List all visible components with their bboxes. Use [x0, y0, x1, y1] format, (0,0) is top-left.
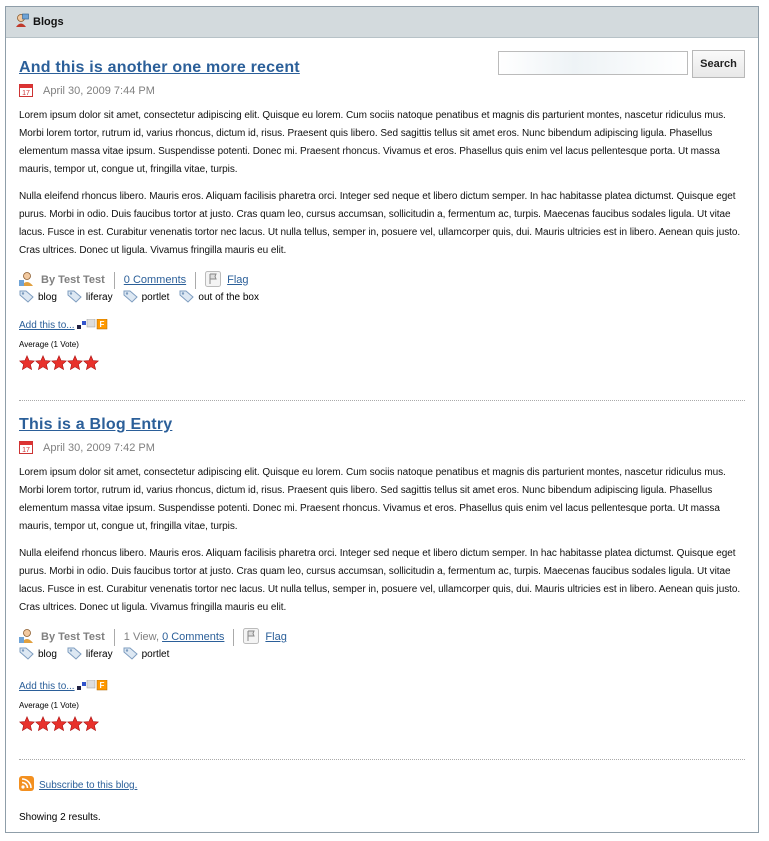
- entry-paragraph: Nulla eleifend rhoncus libero. Mauris er…: [19, 191, 741, 256]
- svg-text:F: F: [99, 320, 104, 329]
- tag-label: portlet: [141, 291, 170, 303]
- comments-link[interactable]: 0 Comments: [162, 631, 224, 643]
- star-icon[interactable]: [66, 355, 84, 371]
- portlet-titlebar: Blogs: [6, 7, 758, 38]
- author-icon: [19, 271, 35, 290]
- subscribe-row: Subscribe to this blog.: [19, 776, 137, 794]
- add-this-link[interactable]: Add this to...: [19, 681, 75, 692]
- addthis-icon[interactable]: F: [76, 680, 113, 692]
- tag-item[interactable]: out of the box: [179, 289, 259, 306]
- tag-item[interactable]: liferay: [67, 289, 113, 306]
- tag-icon: [123, 289, 138, 306]
- meta-divider: [113, 271, 115, 289]
- flag-link[interactable]: Flag: [227, 274, 248, 286]
- tag-item[interactable]: blog: [19, 646, 57, 663]
- view-count: 1 View,: [123, 631, 160, 643]
- entry-meta: By Test Test 1 View, 0 Comments Flag: [19, 627, 747, 647]
- tag-label: blog: [38, 291, 57, 303]
- flag-link[interactable]: Flag: [265, 631, 286, 643]
- star-icon[interactable]: [34, 716, 52, 732]
- meta-divider: [113, 628, 115, 646]
- tag-icon: [67, 646, 82, 663]
- star-icon[interactable]: [66, 716, 84, 732]
- entry-title[interactable]: This is a Blog Entry: [19, 415, 747, 435]
- results-count: Showing 2 results.: [19, 812, 101, 823]
- add-this-row: Add this to... F: [19, 679, 747, 693]
- calendar-icon: 17: [19, 440, 33, 457]
- svg-text:17: 17: [22, 447, 30, 454]
- svg-text:F: F: [99, 681, 104, 690]
- tag-icon: [67, 289, 82, 306]
- entry-divider: [19, 759, 745, 760]
- rating-average: Average (1 Vote): [19, 701, 79, 710]
- comments-link[interactable]: 0 Comments: [124, 274, 186, 286]
- rating-stars[interactable]: [18, 355, 747, 371]
- tag-item[interactable]: portlet: [123, 646, 170, 663]
- rss-icon[interactable]: [19, 776, 34, 794]
- tag-item[interactable]: blog: [19, 289, 57, 306]
- rating-stars[interactable]: [18, 716, 747, 732]
- entry-tags: blog liferay portlet out of the box: [19, 289, 747, 305]
- tag-label: liferay: [85, 291, 113, 303]
- entry-date-row: 17 April 30, 2009 7:44 PM: [19, 83, 747, 99]
- star-icon[interactable]: [82, 716, 100, 732]
- blog-entry: And this is another one more recent 17 A…: [18, 58, 747, 371]
- subscribe-link[interactable]: Subscribe to this blog.: [39, 780, 137, 791]
- tag-icon: [19, 289, 34, 306]
- add-this-link[interactable]: Add this to...: [19, 320, 75, 331]
- tag-icon: [123, 646, 138, 663]
- blog-user-icon: [15, 13, 29, 31]
- blogs-portlet: Blogs Search And this is another one mor…: [5, 6, 759, 833]
- entry-title[interactable]: And this is another one more recent: [19, 58, 747, 78]
- entry-paragraph: Lorem ipsum dolor sit amet, consectetur …: [19, 110, 726, 175]
- tag-label: out of the box: [198, 291, 259, 303]
- entry-date: April 30, 2009 7:44 PM: [43, 85, 155, 97]
- entry-paragraph: Nulla eleifend rhoncus libero. Mauris er…: [19, 548, 741, 613]
- tag-item[interactable]: liferay: [67, 646, 113, 663]
- flag-icon[interactable]: [205, 270, 222, 290]
- meta-divider: [195, 271, 197, 289]
- entry-date: April 30, 2009 7:42 PM: [43, 442, 155, 454]
- blog-entry: This is a Blog Entry 17 April 30, 2009 7…: [18, 415, 747, 732]
- tag-label: blog: [38, 648, 57, 660]
- entry-author: By Test Test: [41, 274, 105, 286]
- entry-author: By Test Test: [41, 631, 105, 643]
- entry-divider: [19, 400, 745, 401]
- meta-divider: [233, 628, 235, 646]
- entry-tags: blog liferay portlet: [19, 646, 747, 662]
- star-icon[interactable]: [50, 716, 68, 732]
- entry-date-row: 17 April 30, 2009 7:42 PM: [19, 440, 747, 456]
- star-icon[interactable]: [18, 355, 36, 371]
- svg-text:17: 17: [22, 90, 30, 97]
- entry-paragraph: Lorem ipsum dolor sit amet, consectetur …: [19, 467, 726, 532]
- tag-icon: [179, 289, 195, 306]
- tag-item[interactable]: portlet: [123, 289, 170, 306]
- star-icon[interactable]: [34, 355, 52, 371]
- star-icon[interactable]: [82, 355, 100, 371]
- star-icon[interactable]: [50, 355, 68, 371]
- rating-average: Average (1 Vote): [19, 340, 79, 349]
- entry-meta: By Test Test 0 Comments Flag: [19, 270, 747, 290]
- portlet-title: Blogs: [33, 16, 64, 28]
- add-this-row: Add this to... F: [19, 318, 747, 332]
- calendar-icon: 17: [19, 83, 33, 100]
- tag-icon: [19, 646, 34, 663]
- flag-icon[interactable]: [243, 627, 260, 647]
- star-icon[interactable]: [18, 716, 36, 732]
- tag-label: portlet: [141, 648, 170, 660]
- author-icon: [19, 628, 35, 647]
- addthis-icon[interactable]: F: [76, 319, 113, 331]
- tag-label: liferay: [85, 648, 113, 660]
